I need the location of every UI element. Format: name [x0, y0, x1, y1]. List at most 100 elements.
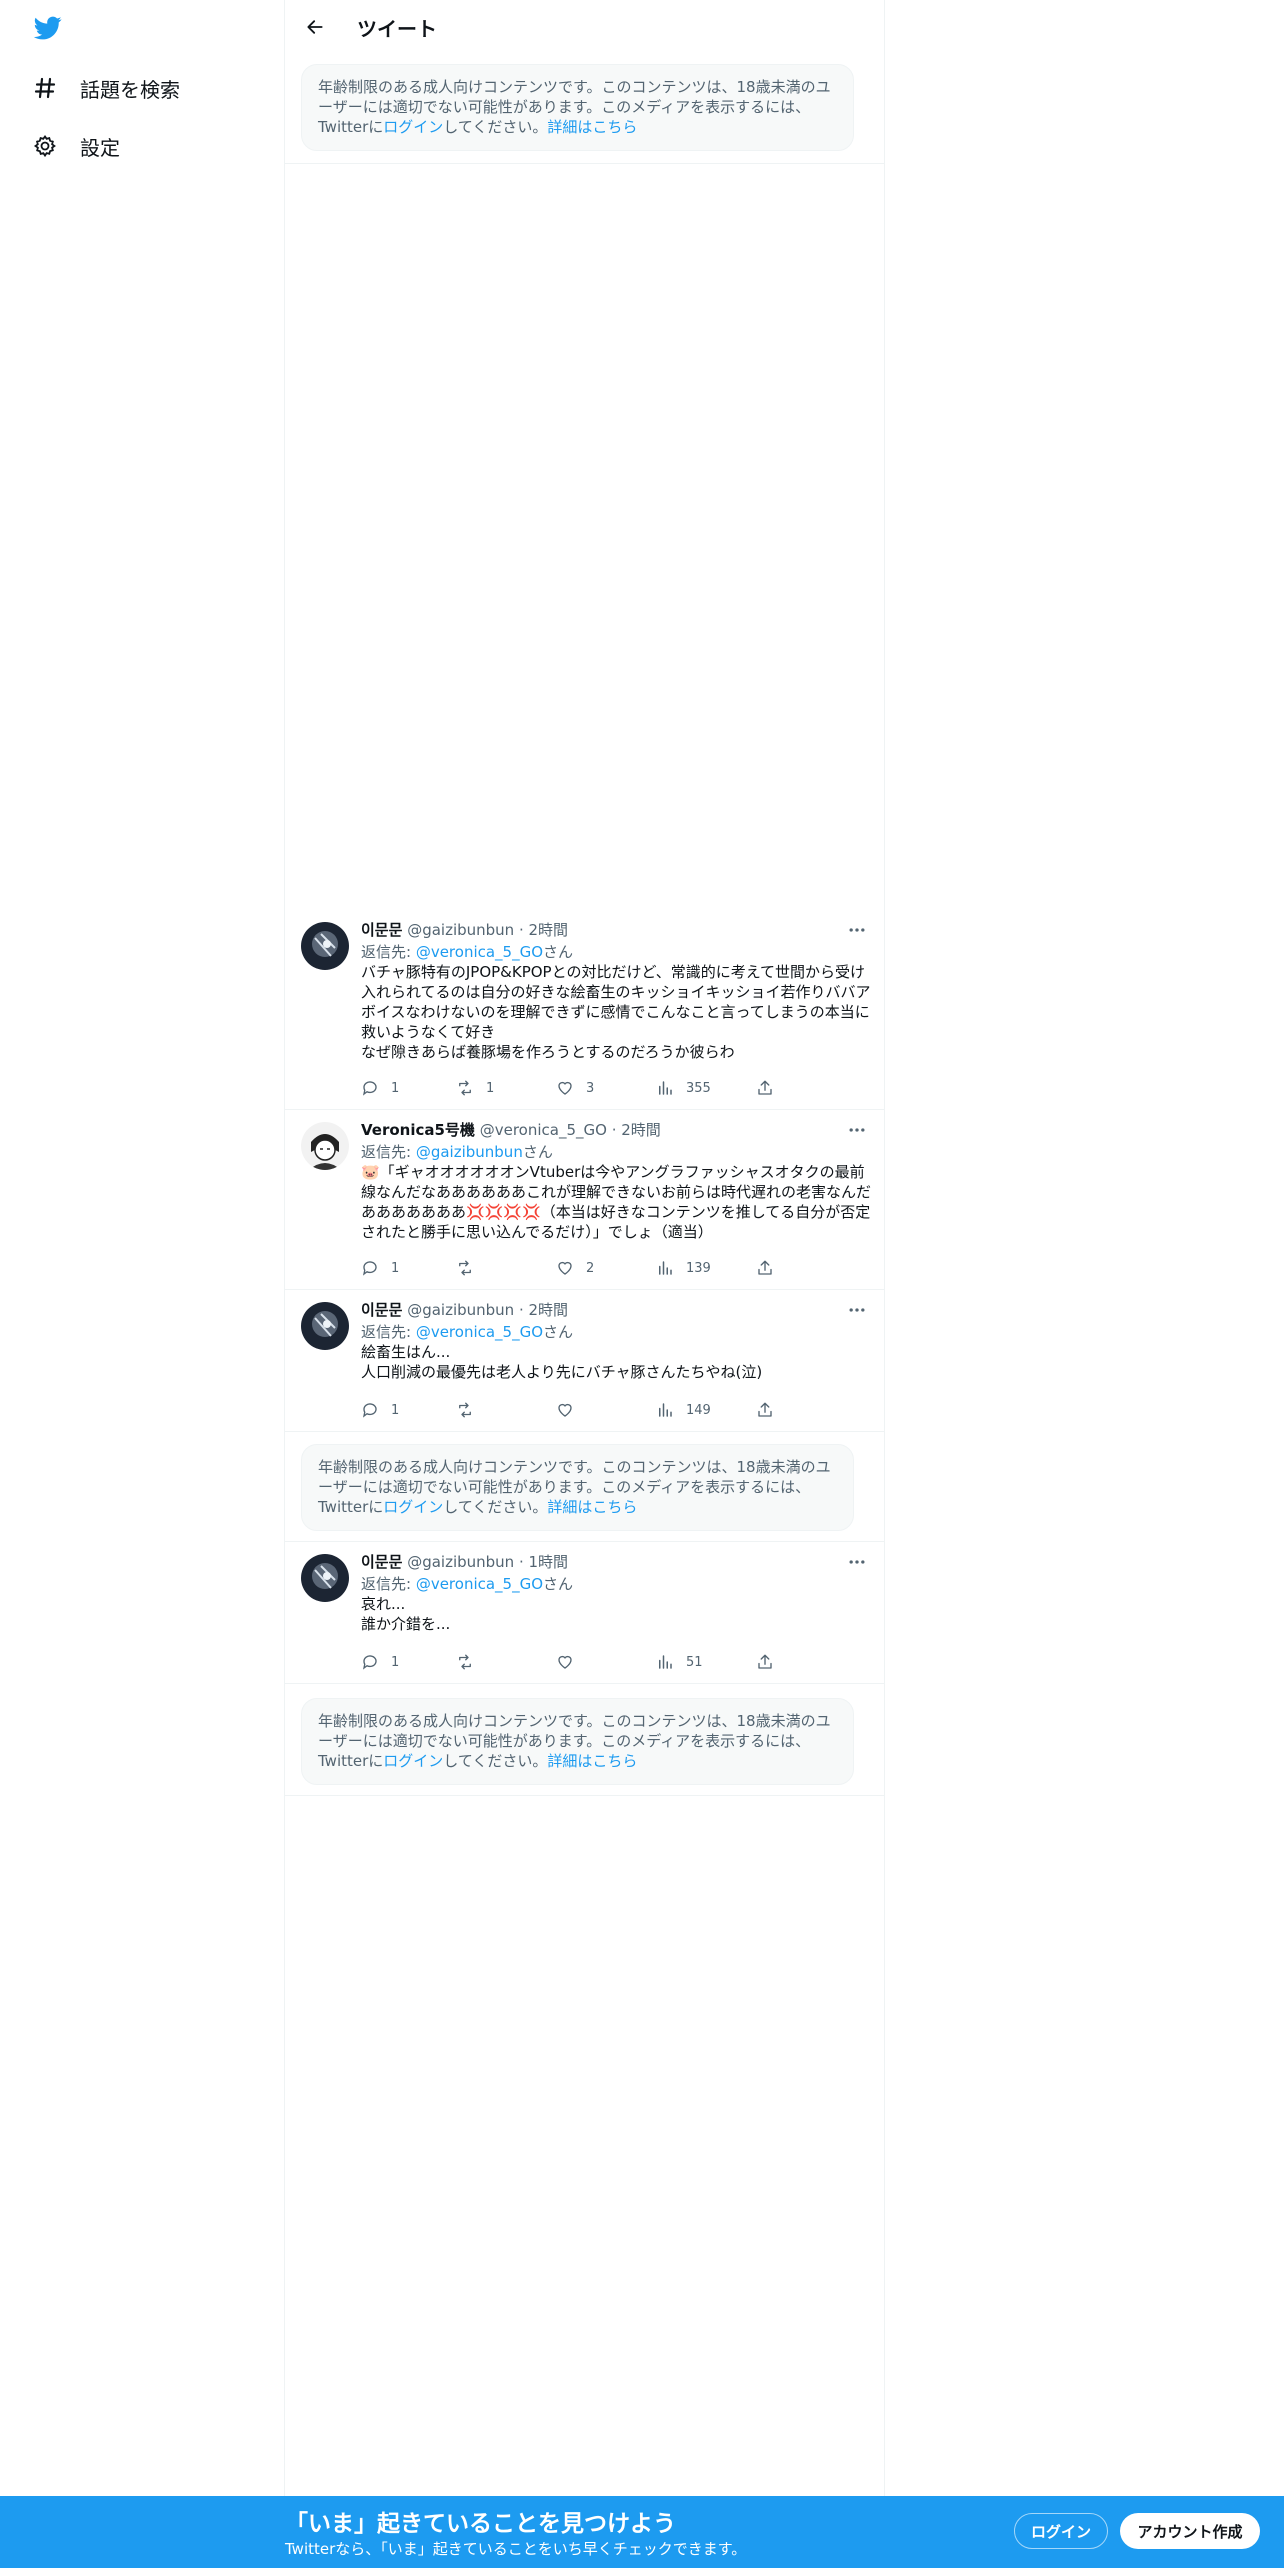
mention-link[interactable]: @gaizibunbun — [416, 1143, 523, 1161]
notice-text: してください。 — [443, 1752, 548, 1770]
avatar[interactable] — [301, 1302, 349, 1350]
reply-suffix: さん — [522, 1143, 553, 1161]
user-handle[interactable]: @veronica_5_GO — [480, 1121, 607, 1139]
like-button[interactable] — [556, 1652, 586, 1672]
user-handle[interactable]: @gaizibunbun — [407, 1301, 514, 1319]
like-count: 3 — [586, 1080, 595, 1096]
details-link[interactable]: 詳細はこちら — [547, 1498, 637, 1516]
display-name[interactable]: 이문문 — [361, 1301, 402, 1319]
login-link[interactable]: ログイン — [383, 1498, 443, 1516]
reply-button[interactable]: 1 — [361, 1258, 399, 1278]
reply-button[interactable]: 1 — [361, 1652, 399, 1672]
tweet-line: 誰か介錯を... — [361, 1615, 451, 1633]
mention-link[interactable]: @veronica_5_GO — [416, 1323, 543, 1341]
tweet[interactable]: 이문문 @gaizibunbun · 2時間 返信先: @veronica_5_… — [285, 1290, 885, 1432]
reply-icon — [362, 1655, 377, 1670]
more-dots-icon — [849, 1560, 865, 1564]
user-handle[interactable]: @gaizibunbun — [407, 1553, 514, 1571]
reply-count: 1 — [391, 1080, 400, 1096]
display-name[interactable]: Veronica5号機 — [361, 1121, 475, 1139]
tweet-header: 이문문 @gaizibunbun · 2時間 — [361, 920, 568, 940]
timestamp[interactable]: · 2時間 — [519, 1301, 568, 1319]
notice-text: してください。 — [443, 1498, 548, 1516]
sidebar-item-explore[interactable]: 話題を検索 — [32, 68, 180, 108]
more-options-button[interactable] — [845, 1118, 869, 1142]
signup-button[interactable]: アカウント作成 — [1120, 2513, 1260, 2549]
heart-icon — [558, 1081, 572, 1095]
retweet-button[interactable] — [456, 1258, 486, 1278]
notice-text: してください。 — [443, 118, 548, 136]
tweet[interactable]: 이문문 @gaizibunbun · 1時間 返信先: @veronica_5_… — [285, 1542, 885, 1684]
details-link[interactable]: 詳細はこちら — [547, 1752, 637, 1770]
bar-chart-icon — [659, 1403, 672, 1417]
mention-link[interactable]: @veronica_5_GO — [416, 1575, 543, 1593]
retweet-icon — [459, 1402, 471, 1418]
tweet-text: 哀れ... 誰か介錯を... — [361, 1594, 871, 1634]
arrow-left-icon — [307, 20, 323, 34]
avatar[interactable] — [301, 1554, 349, 1602]
display-name[interactable]: 이문문 — [361, 921, 402, 939]
reply-button[interactable]: 1 — [361, 1400, 399, 1420]
login-link[interactable]: ログイン — [383, 1752, 443, 1770]
user-handle[interactable]: @gaizibunbun — [407, 921, 514, 939]
share-icon — [758, 1080, 772, 1095]
tweet-actions: 1 51 — [361, 1652, 781, 1672]
reply-context: 返信先: @gaizibunbunさん — [361, 1142, 553, 1162]
share-button[interactable] — [756, 1258, 786, 1278]
more-options-button[interactable] — [845, 1298, 869, 1322]
like-button[interactable]: 3 — [556, 1078, 594, 1098]
sidebar-item-label: 話題を検索 — [80, 77, 180, 102]
retweet-button[interactable] — [456, 1652, 486, 1672]
like-button[interactable] — [556, 1400, 586, 1420]
reply-button[interactable]: 1 — [361, 1078, 399, 1098]
reply-icon — [362, 1403, 377, 1418]
back-button[interactable] — [301, 13, 329, 41]
reply-prefix: 返信先: — [361, 943, 416, 961]
mention-link[interactable]: @veronica_5_GO — [416, 943, 543, 961]
sensitive-media-notice-container: 年齢制限のある成人向けコンテンツです。このコンテンツは、18歳未満のユーザーには… — [285, 54, 885, 164]
retweet-count: 1 — [486, 1080, 495, 1096]
share-button[interactable] — [756, 1078, 786, 1098]
timestamp[interactable]: · 2時間 — [519, 921, 568, 939]
tweet-actions: 1 149 — [361, 1400, 781, 1420]
reply-suffix: さん — [543, 1575, 574, 1593]
reply-context: 返信先: @veronica_5_GOさん — [361, 942, 573, 962]
signup-banner: 「いま」起きていることを見つけよう Twitterなら、「いま」起きていることを… — [0, 2496, 1284, 2568]
tweet-actions: 1 1 3 355 — [361, 1078, 781, 1098]
more-dots-icon — [849, 1308, 865, 1312]
tweet-text: 絵畜生はん... 人口削減の最優先は老人より先にバチャ豚さんたちやね(泣) — [361, 1342, 871, 1382]
tweet-line: なぜ隙きあらば養豚場を作ろうとするのだろうか彼らわ — [361, 1043, 735, 1061]
more-options-button[interactable] — [845, 1550, 869, 1574]
login-button[interactable]: ログイン — [1014, 2513, 1108, 2549]
view-count: 139 — [686, 1260, 711, 1276]
login-link[interactable]: ログイン — [383, 118, 443, 136]
share-button[interactable] — [756, 1400, 786, 1420]
retweet-icon — [459, 1080, 471, 1096]
retweet-button[interactable]: 1 — [456, 1078, 494, 1098]
reply-count: 1 — [391, 1654, 400, 1670]
tweet-text: 🐷「ギャオオオオオオンVtuberは今やアングラファッシャスオタクの最前線なんだ… — [361, 1162, 871, 1242]
tweet[interactable]: Veronica5号機 @veronica_5_GO · 2時間 返信先: @g… — [285, 1110, 885, 1290]
sidebar-item-settings[interactable]: 設定 — [32, 126, 120, 166]
retweet-button[interactable] — [456, 1400, 486, 1420]
tweet-header: 이문문 @gaizibunbun · 1時間 — [361, 1552, 568, 1572]
tweet[interactable]: 이문문 @gaizibunbun · 2時間 返信先: @veronica_5_… — [285, 910, 885, 1110]
display-name[interactable]: 이문문 — [361, 1553, 402, 1571]
tweet-line: 絵畜生はん... — [361, 1343, 451, 1361]
views-button[interactable]: 51 — [656, 1652, 703, 1672]
details-link[interactable]: 詳細はこちら — [547, 118, 637, 136]
tweet-header: Veronica5号機 @veronica_5_GO · 2時間 — [361, 1120, 661, 1140]
timestamp[interactable]: · 2時間 — [612, 1121, 661, 1139]
views-button[interactable]: 139 — [656, 1258, 711, 1278]
like-button[interactable]: 2 — [556, 1258, 594, 1278]
avatar[interactable] — [301, 1122, 349, 1170]
share-button[interactable] — [756, 1652, 786, 1672]
avatar[interactable] — [301, 922, 349, 970]
bar-chart-icon — [659, 1261, 672, 1275]
views-button[interactable]: 149 — [656, 1400, 711, 1420]
bar-chart-icon — [659, 1081, 672, 1095]
timestamp[interactable]: · 1時間 — [519, 1553, 568, 1571]
twitter-bird-icon[interactable] — [32, 14, 64, 42]
views-button[interactable]: 355 — [656, 1078, 711, 1098]
more-options-button[interactable] — [845, 918, 869, 942]
